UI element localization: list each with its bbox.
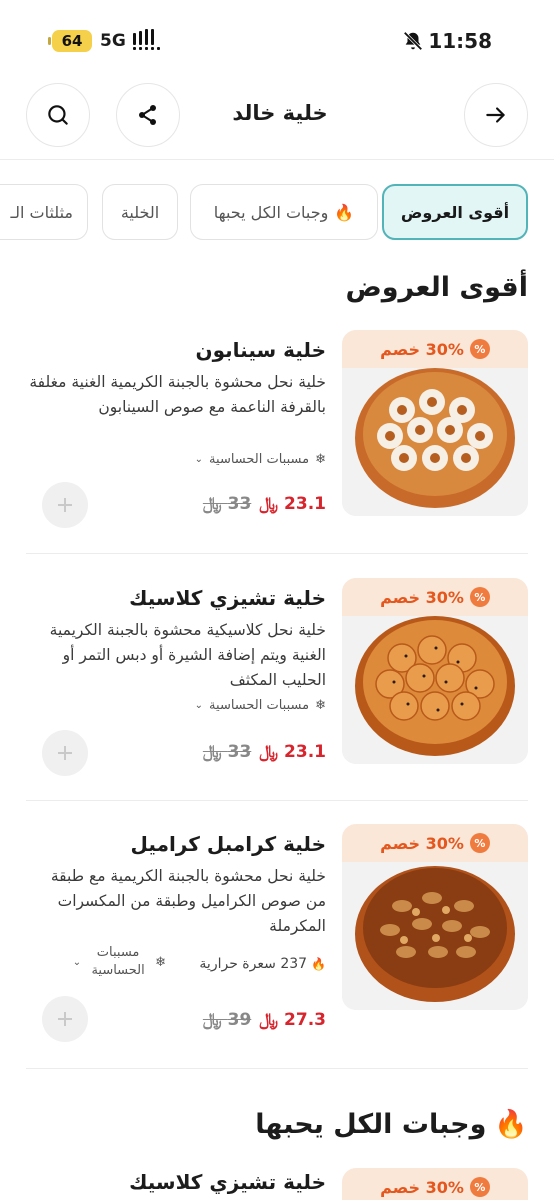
discount-text: 30% خصم xyxy=(380,587,464,607)
product-image: % 30% خصم xyxy=(342,824,528,1010)
product-info: خلية سينابون خلية نحل محشوة بالجبنة الكر… xyxy=(26,330,326,420)
allergens-label: مسببات الحساسية xyxy=(91,945,145,978)
section-title: 🔥 وجبات الكل يحبها xyxy=(255,1108,528,1141)
add-button[interactable] xyxy=(42,730,88,776)
allergens-toggle[interactable]: ❄ مسببات الحساسية ⌄ xyxy=(195,698,326,713)
signal-icon xyxy=(133,29,163,51)
product-name: خلية تشيزي كلاسيك xyxy=(129,586,326,610)
product-name: خلية كرامبل كراميل xyxy=(130,832,326,856)
add-button[interactable] xyxy=(42,996,88,1042)
network-type: 5G xyxy=(100,31,126,51)
fire-icon: 🔥 xyxy=(334,202,355,222)
tab-label: مثلثات الـ xyxy=(10,202,73,222)
search-icon xyxy=(48,105,68,125)
discount-badge: % 30% خصم xyxy=(342,1168,528,1200)
allergens-toggle[interactable]: ❄ مسببات الحساسية ⌄ xyxy=(195,452,326,467)
tab-label: الخلية xyxy=(120,202,160,222)
price-new: 27.3 ﷼ xyxy=(259,1010,326,1030)
app-header: خلية خالد xyxy=(0,80,554,160)
status-bar: 64 5G 11:58 xyxy=(0,0,554,80)
allergen-icon: ❄ xyxy=(155,954,166,970)
price: 23.1 ﷼ 33 ﷼ xyxy=(203,494,326,514)
share-icon xyxy=(139,105,156,125)
section-title-text: أقوى العروض xyxy=(345,272,528,303)
arrow-right-icon xyxy=(486,107,505,123)
price-new: 23.1 ﷼ xyxy=(259,494,326,514)
section-title-text: وجبات الكل يحبها xyxy=(255,1108,487,1140)
price: 23.1 ﷼ 33 ﷼ xyxy=(203,742,326,762)
plus-icon xyxy=(58,1012,72,1026)
product-info: خلية تشيزي كلاسيك خلية نحل كلاسيكية محشو… xyxy=(26,578,326,693)
product-info: خلية تشيزي كلاسيك xyxy=(26,1168,326,1194)
product-image: % 30% خصم xyxy=(342,578,528,764)
price-old: 33 ﷼ xyxy=(202,494,252,514)
share-button[interactable] xyxy=(116,83,180,147)
flame-icon: 🔥 xyxy=(311,957,326,971)
product-image: % 30% خصم xyxy=(342,1168,528,1200)
product-card[interactable]: % 30% خصم خلية سينابون خلية نحل محشوة با… xyxy=(26,330,528,530)
product-card[interactable]: % 30% خصم خلية تشيزي كلاسيك خلية نحل كلا… xyxy=(26,578,528,778)
battery-indicator: 64 xyxy=(48,30,92,52)
muted-bell-icon xyxy=(403,31,423,51)
back-button[interactable] xyxy=(464,83,528,147)
tab-everyone-loves[interactable]: وجبات الكل يحبها 🔥 xyxy=(190,184,378,240)
product-description: خلية نحل كلاسيكية محشوة بالجبنة الكريمية… xyxy=(49,621,326,689)
discount-badge: % 30% خصم xyxy=(342,578,528,616)
percent-icon: % xyxy=(469,587,490,607)
calories: 🔥 237 سعرة حرارية xyxy=(199,956,326,972)
chevron-down-icon: ⌄ xyxy=(194,454,204,465)
product-name: خلية سينابون xyxy=(195,338,326,362)
percent-icon: % xyxy=(469,339,490,359)
plus-icon xyxy=(58,498,72,512)
allergens-toggle[interactable]: ❄ مسببات الحساسية ⌄ xyxy=(56,944,166,980)
tab-best-offers[interactable]: أقوى العروض xyxy=(382,184,528,240)
divider xyxy=(26,800,528,801)
percent-icon: % xyxy=(469,1177,490,1197)
discount-text: 30% خصم xyxy=(380,833,464,853)
percent-icon: % xyxy=(469,833,490,853)
battery-level: 64 xyxy=(61,32,83,50)
price-old: 39 ﷼ xyxy=(202,1010,252,1030)
category-tabs: مثلثات الـ الخلية وجبات الكل يحبها 🔥 أقو… xyxy=(0,170,554,250)
discount-badge: % 30% خصم xyxy=(342,330,528,368)
product-card[interactable]: % 30% خصم خلية تشيزي كلاسيك xyxy=(26,1168,528,1200)
tab-label: وجبات الكل يحبها xyxy=(213,202,329,222)
chevron-down-icon: ⌄ xyxy=(194,700,204,711)
product-image: % 30% خصم xyxy=(342,330,528,516)
tab-khaliya[interactable]: الخلية xyxy=(102,184,178,240)
price: 27.3 ﷼ 39 ﷼ xyxy=(203,1010,326,1030)
product-description: خلية نحل محشوة بالجبنة الكريمية مع طبقة … xyxy=(50,867,326,935)
discount-badge: % 30% خصم xyxy=(342,824,528,862)
section-title: أقوى العروض xyxy=(345,272,528,303)
fire-icon: 🔥 xyxy=(494,1109,528,1140)
price-new: 23.1 ﷼ xyxy=(259,742,326,762)
product-name: خلية تشيزي كلاسيك xyxy=(129,1170,326,1194)
divider xyxy=(26,553,528,554)
calories-label: 237 سعرة حرارية xyxy=(199,956,308,972)
search-button[interactable] xyxy=(26,83,90,147)
product-info: خلية كرامبل كراميل خلية نحل محشوة بالجبن… xyxy=(26,824,326,939)
product-card[interactable]: % 30% خصم خلية كرامبل كراميل خلية نحل مح… xyxy=(26,824,528,1044)
page-title: خلية خالد xyxy=(232,101,328,125)
discount-text: 30% خصم xyxy=(380,339,464,359)
tab-label: أقوى العروض xyxy=(400,202,510,222)
add-button[interactable] xyxy=(42,482,88,528)
discount-text: 30% خصم xyxy=(380,1177,464,1197)
chevron-down-icon: ⌄ xyxy=(72,956,82,968)
allergens-label: مسببات الحساسية xyxy=(209,698,310,713)
allergens-label: مسببات الحساسية xyxy=(209,452,310,467)
plus-icon xyxy=(58,746,72,760)
tab-other[interactable]: مثلثات الـ xyxy=(0,184,88,240)
allergen-icon: ❄ xyxy=(315,698,326,713)
product-description: خلية نحل محشوة بالجبنة الكريمية الغنية م… xyxy=(29,373,326,416)
allergen-icon: ❄ xyxy=(315,452,326,467)
divider xyxy=(26,1068,528,1069)
clock: 11:58 xyxy=(428,29,492,53)
price-old: 33 ﷼ xyxy=(202,742,252,762)
